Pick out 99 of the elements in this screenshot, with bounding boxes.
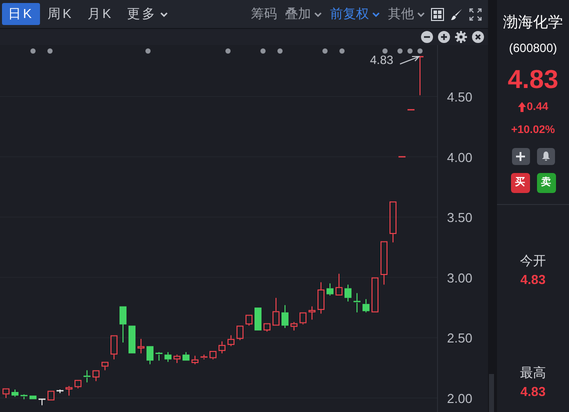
candlestick [398,156,406,158]
candlestick [192,355,198,365]
sell-button[interactable]: 卖 [536,172,556,192]
candlestick [174,354,180,364]
pointer-arrow-icon [399,55,422,65]
price-change: 0.44 [526,100,548,114]
stat-value: 4.83 [520,383,546,401]
event-marker [397,48,403,54]
candlestick [354,292,360,313]
zoom-in-icon[interactable] [438,31,450,43]
grid-layout-icon[interactable] [431,8,444,20]
bell-icon [540,151,550,161]
candlestick [200,354,208,360]
candlestick [120,306,126,344]
candlestick [210,350,216,360]
candlestick [272,297,280,326]
candlestick [326,282,334,296]
candlestick [164,352,172,362]
candlestick [38,398,46,406]
candlestick [344,284,352,302]
candlestick [362,298,370,313]
candlestick [380,241,388,286]
candlestick [390,201,396,243]
candlestick [128,326,136,354]
candlestick [30,396,36,400]
candlestick [282,304,288,329]
candlestick [138,338,144,354]
price-axis-label: 2.00 [447,391,472,406]
buy-button[interactable]: 买 [510,172,530,192]
stat-label: 今开 [520,252,546,270]
toolbar-option[interactable]: 其他 [388,4,425,24]
candlestick [290,322,298,331]
price-axis-label: 3.00 [447,270,472,286]
percent-change: +10.02% [511,123,555,138]
price-axis-label: 2.50 [447,330,472,346]
event-marker [277,48,283,54]
period-tab[interactable]: 更多 [121,3,174,25]
candlestick [300,312,306,325]
period-tab[interactable]: 日K [2,3,40,25]
stock-code: (600800) [508,40,558,56]
candlestick [318,282,324,314]
candlestick [156,352,162,362]
candlestick [336,273,342,296]
candlestick [20,394,28,400]
price-axis-label: 4.50 [447,90,472,104]
settings-icon[interactable] [455,31,467,43]
candlestick [102,362,108,371]
stock-name: 渤海化学 [503,13,563,33]
candlestick [74,380,82,389]
event-marker [225,48,231,54]
toolbar-option[interactable]: 前复权 [330,4,380,24]
toolbar-option[interactable]: 叠加 [285,4,322,24]
candlestick [236,326,244,341]
plus-icon [516,152,525,160]
event-marker [260,48,266,54]
event-marker [407,48,413,54]
candlestick [2,388,10,398]
zoom-out-icon[interactable] [421,31,433,43]
candlestick [92,370,100,382]
period-tab[interactable]: 周K [42,3,80,25]
candlestick [416,56,424,96]
up-arrow-icon [518,102,526,112]
candlestick [408,109,414,110]
add-watchlist-button[interactable] [512,148,530,164]
price-label: 4.83 [370,52,394,69]
brush-icon[interactable] [450,8,463,20]
candlestick [110,335,118,360]
price-axis-label: 4.00 [447,150,472,165]
candlestick [56,389,64,394]
price-axis-label: 3.50 [447,210,472,226]
candlestick [218,340,226,354]
candlestick [84,370,90,383]
close-icon[interactable] [472,31,484,43]
candlestick [264,323,270,332]
event-marker [145,48,151,54]
event-marker [47,48,53,54]
candlestick [254,308,262,330]
candlestick [12,389,18,398]
toolbar-option[interactable]: 筹码 [251,4,277,24]
current-price: 4.83 [508,64,558,94]
period-tab[interactable]: 月K [81,3,120,25]
fullscreen-icon[interactable] [469,8,482,20]
candlestick [372,277,378,312]
candlestick [182,352,190,361]
alert-button[interactable] [536,148,554,164]
stat-label: 最高 [520,364,546,382]
candlestick [308,306,316,320]
scrollbar-thumb[interactable] [489,374,494,412]
candlestick [146,346,154,365]
event-marker [417,48,423,54]
candlestick [66,385,72,396]
event-marker [30,48,36,54]
stat-value: 4.83 [520,271,546,289]
candlestick [48,390,54,400]
event-marker [382,48,388,54]
candlestick [246,314,252,326]
candlestick [228,334,234,347]
event-marker [339,48,345,54]
event-marker [322,48,328,54]
